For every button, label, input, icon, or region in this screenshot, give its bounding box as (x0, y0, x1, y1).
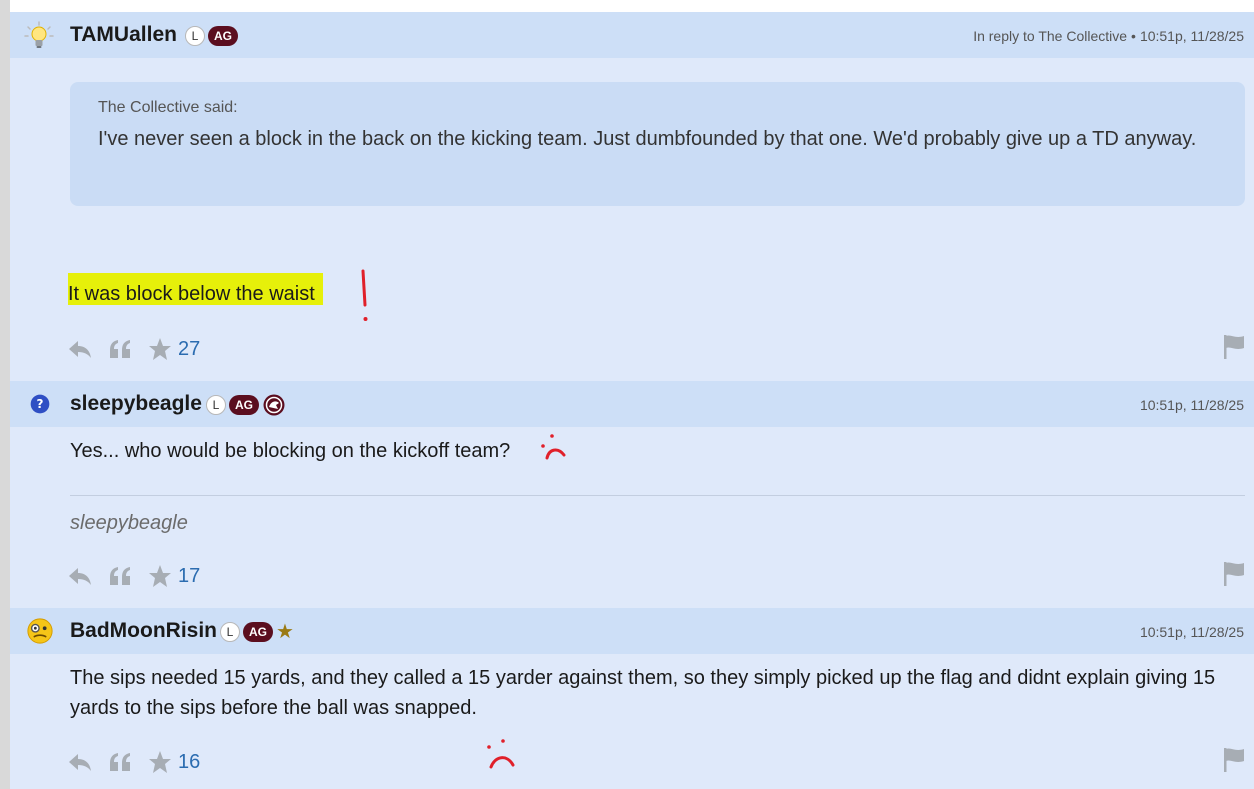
badge-ag: AG (243, 622, 273, 642)
reply-to-link[interactable]: In reply to The Collective (973, 28, 1127, 44)
badge-ag: AG (208, 26, 238, 46)
post-timestamp[interactable]: 10:51p, 11/28/25 (1140, 397, 1244, 413)
post-actions: 27 (68, 335, 200, 363)
star-badge-icon: ★ (276, 621, 294, 643)
post-header: ? sleepybeagle L AG 10:51p, 11/28/25 (10, 381, 1254, 427)
post-actions: 17 (68, 562, 200, 590)
username[interactable]: BadMoonRisin (70, 619, 217, 643)
reply-icon[interactable] (68, 337, 92, 361)
svg-text:?: ? (37, 397, 44, 411)
flag-icon[interactable] (1222, 561, 1246, 587)
exclamation-annotation (361, 269, 368, 321)
question-icon[interactable]: ? (30, 394, 50, 414)
reply-icon[interactable] (68, 750, 92, 774)
post-timestamp[interactable]: 10:51p, 11/28/25 (1140, 624, 1244, 640)
user-badges: L AG (206, 394, 286, 416)
post-meta: 10:51p, 11/28/25 (1140, 624, 1244, 640)
user-badges: L AG ★ (220, 621, 294, 643)
post-body: The sips needed 15 yards, and they calle… (70, 667, 1216, 719)
quote-text: I've never seen a block in the back on t… (98, 128, 1197, 150)
username[interactable]: sleepybeagle (70, 392, 202, 416)
star-count[interactable]: 16 (178, 751, 200, 774)
lightbulb-icon[interactable] (24, 21, 54, 51)
post-body: Yes... who would be blocking on the kick… (70, 440, 511, 462)
reply-icon[interactable] (68, 564, 92, 588)
star-icon[interactable] (148, 750, 172, 774)
flag-icon[interactable] (1222, 747, 1246, 773)
post-body: It was block below the waist (68, 273, 323, 309)
meta-separator: • (1131, 28, 1136, 44)
post-header: TAMUallen L AG In reply to The Collectiv… (10, 12, 1254, 58)
star-count[interactable]: 27 (178, 338, 200, 361)
detective-emoji-icon[interactable] (26, 617, 54, 645)
post-meta: In reply to The Collective • 10:51p, 11/28… (973, 28, 1244, 44)
quote-icon[interactable] (108, 750, 132, 774)
post-actions: 16 (68, 748, 200, 776)
post-badmoonrisin: BadMoonRisin L AG ★ 10:51p, 11/28/25 The… (10, 608, 1254, 789)
post-meta: 10:51p, 11/28/25 (1140, 397, 1244, 413)
badge-ag: AG (229, 395, 259, 415)
user-badges: L AG (185, 25, 238, 47)
star-count[interactable]: 17 (178, 565, 200, 588)
username[interactable]: TAMUallen (70, 23, 177, 47)
mascot-badge-icon (263, 394, 285, 416)
frown-annotation (487, 739, 515, 769)
star-icon[interactable] (148, 564, 172, 588)
flag-icon[interactable] (1222, 334, 1246, 360)
quote-author[interactable]: The Collective said: (98, 99, 238, 117)
user-signature: sleepybeagle (70, 512, 188, 534)
highlighted-text: It was block below the waist (68, 273, 323, 305)
quote-block: The Collective said: I've never seen a b… (70, 82, 1245, 206)
quote-icon[interactable] (108, 337, 132, 361)
badge-l: L (206, 395, 226, 415)
frown-annotation (541, 434, 566, 460)
badge-l: L (220, 622, 240, 642)
post-header: BadMoonRisin L AG ★ 10:51p, 11/28/25 (10, 608, 1254, 654)
badge-l: L (185, 26, 205, 46)
post-sleepybeagle: ? sleepybeagle L AG 10:51p, 11/28/25 Yes… (10, 381, 1254, 609)
star-icon[interactable] (148, 337, 172, 361)
post-tamuallen: TAMUallen L AG In reply to The Collectiv… (10, 12, 1254, 382)
signature-divider (70, 495, 1245, 496)
post-timestamp[interactable]: 10:51p, 11/28/25 (1140, 28, 1244, 44)
quote-icon[interactable] (108, 564, 132, 588)
